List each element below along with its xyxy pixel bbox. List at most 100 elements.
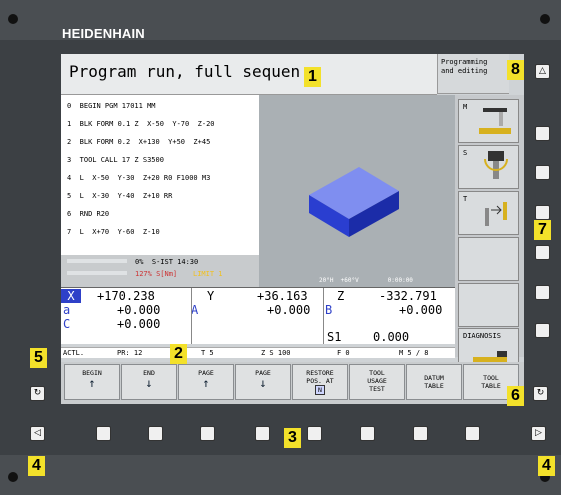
actl-feed: F 0 (337, 349, 350, 357)
limit-text: LIMIT 1 (193, 270, 223, 278)
softkey-label: USAGE (367, 377, 387, 385)
axis-c-value: +0.000 (117, 317, 161, 331)
axis-z-label: Z (337, 289, 345, 303)
brand-logo: HEIDENHAIN (62, 26, 145, 41)
axis-z-value: -332.791 (379, 289, 437, 303)
load-text-1: 0% S-IST 14:30 (135, 258, 199, 266)
program-listing[interactable]: 0 BEGIN PGM 17011 MM 1 BLK FORM 0.1 Z X-… (61, 95, 259, 255)
position-row-3: C +0.000 (61, 317, 455, 331)
axis-b-label: B (325, 303, 333, 317)
operating-mode-title: Program run, full sequen (69, 62, 301, 81)
programming-mode-indicator[interactable]: Programming and editing (437, 54, 509, 94)
softkey-begin[interactable]: BEGIN ↑ (64, 364, 120, 400)
tool-change-icon (485, 202, 507, 226)
diagnosis-label: DIAGNOSIS (463, 332, 501, 340)
actl-label: ACTL. (63, 349, 85, 357)
hardware-softkey-right[interactable] (535, 323, 550, 338)
softkey-end[interactable]: END ↓ (121, 364, 177, 400)
position-display: X +170.238 Y +36.163 Z -332.791 a +0.000… (61, 287, 455, 344)
softkey-page-down[interactable]: PAGE ↓ (235, 364, 291, 400)
mode-cycle-left-icon[interactable]: ↻ (30, 386, 45, 401)
hardware-softkey-right[interactable] (535, 205, 550, 220)
callout-badge: 5 (30, 348, 47, 368)
screw-icon (8, 14, 18, 24)
spindle-row: S1 0.000 (61, 330, 455, 344)
hardware-softkey-bottom[interactable] (255, 426, 270, 441)
softkey-page-up[interactable]: PAGE ↑ (178, 364, 234, 400)
bottom-bezel (0, 455, 561, 495)
program-line[interactable]: 5 L X-30 Y-40 Z+10 RR (67, 192, 172, 200)
program-line[interactable]: 2 BLK FORM 0.2 X+130 Y+50 Z+45 (67, 138, 210, 146)
softkey-label: TEST (369, 385, 385, 393)
hardware-softkey-right[interactable] (535, 165, 550, 180)
axis-a-label: A (191, 303, 199, 317)
screw-icon (540, 14, 550, 24)
callout-badge: 3 (284, 428, 301, 448)
softkey-tool-usage-test[interactable]: TOOL USAGE TEST (349, 364, 405, 400)
pe-line2: and editing (441, 67, 488, 75)
workpiece-graphic: 20°H +60°V 0:00:00 (259, 95, 455, 287)
softkey-t[interactable]: T (458, 191, 519, 235)
hardware-softkey-bottom[interactable] (413, 426, 428, 441)
mode-cycle-right-icon[interactable]: ↻ (533, 386, 548, 401)
softkey-restore-pos[interactable]: RESTORE POS. AT N (292, 364, 348, 400)
program-line[interactable]: 0 BEGIN PGM 17011 MM (67, 102, 156, 110)
softkey-m[interactable]: M (458, 99, 519, 143)
hardware-softkey-bottom[interactable] (360, 426, 375, 441)
position-row-2: a +0.000 A +0.000 B +0.000 (61, 303, 455, 317)
softkey-label: DATUM (424, 374, 444, 382)
screen-switch-up-icon[interactable]: △ (535, 64, 550, 79)
spindle-icon (484, 151, 508, 179)
load-text-2: 127% S[Nm] (135, 270, 178, 278)
load-bar-1 (67, 259, 127, 263)
hardware-softkey-right[interactable] (535, 285, 550, 300)
softkey-label: POS. AT (306, 377, 334, 385)
mode-header: Program run, full sequen (61, 54, 437, 95)
program-line[interactable]: 4 L X-50 Y-30 Z+20 R0 F1000 M3 (67, 174, 210, 182)
softkey-row-right-icon[interactable]: ▷ (531, 426, 546, 441)
softkey-s[interactable]: S (458, 145, 519, 189)
column-divider (191, 288, 192, 344)
softkey-label: TOOL (369, 369, 385, 377)
axis-y-label: Y (207, 289, 215, 303)
axis-x-value: +170.238 (97, 289, 155, 303)
hardware-softkey-right[interactable] (535, 245, 550, 260)
position-row-1: X +170.238 Y +36.163 Z -332.791 (61, 289, 455, 303)
horizontal-softkey-bar: BEGIN ↑ END ↓ PAGE ↑ PAGE ↓ RESTORE POS. AT N … (61, 362, 524, 404)
callout-badge: 6 (507, 386, 524, 406)
m-function-icon (479, 108, 511, 134)
load-bar-2 (67, 271, 127, 275)
program-line[interactable]: 1 BLK FORM 0.1 Z X-50 Y-70 Z-20 (67, 120, 215, 128)
softkey-m-label: M (463, 103, 468, 111)
program-line[interactable]: 3 TOOL CALL 17 Z S3500 (67, 156, 164, 164)
callout-badge: 4 (28, 456, 45, 476)
hardware-softkey-bottom[interactable] (465, 426, 480, 441)
actl-mfunc: M 5 / 8 (399, 349, 429, 357)
softkey-empty-2[interactable] (458, 283, 519, 327)
axis-y-value: +36.163 (257, 289, 308, 303)
vertical-softkey-bar: M S T DIAGNOSIS (455, 95, 524, 372)
hardware-softkey-bottom[interactable] (96, 426, 111, 441)
softkey-s-label: S (463, 149, 468, 157)
softkey-label: TABLE (424, 382, 444, 390)
actl-pr: PR: 12 (117, 349, 143, 357)
hardware-softkey-bottom[interactable] (307, 426, 322, 441)
program-line[interactable]: 7 L X+70 Y-60 Z-10 (67, 228, 160, 236)
softkey-label: TOOL (483, 374, 499, 382)
program-line[interactable]: 6 RND R20 (67, 210, 109, 218)
arrow-up-icon: ↑ (88, 376, 96, 390)
column-divider (323, 288, 324, 344)
view-angle: 20°H +60°V 0:00:00 (319, 277, 413, 284)
softkey-datum-table[interactable]: DATUM TABLE (406, 364, 462, 400)
hardware-softkey-bottom[interactable] (200, 426, 215, 441)
hardware-softkey-bottom[interactable] (148, 426, 163, 441)
axis-x-label: X (61, 289, 81, 303)
callout-badge: 7 (534, 220, 551, 240)
axis-c-label: C (63, 317, 71, 331)
softkey-empty-1[interactable] (458, 237, 519, 281)
callout-badge: 4 (538, 456, 555, 476)
softkey-row-left-icon[interactable]: ◁ (30, 426, 45, 441)
arrow-down-icon: ↓ (145, 376, 153, 390)
hardware-softkey-right[interactable] (535, 126, 550, 141)
display-screen: Program run, full sequen Programming and… (61, 54, 524, 404)
